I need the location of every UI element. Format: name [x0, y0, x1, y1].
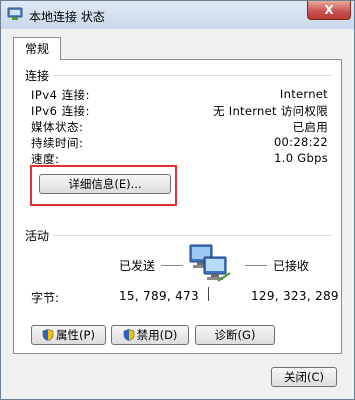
received-dash: [245, 265, 267, 266]
bytes-received-value: 129, 323, 289: [251, 289, 339, 303]
sent-label: 已发送: [119, 259, 156, 273]
received-label: 已接收: [273, 259, 310, 273]
speed-value: 1.0 Gbps: [274, 151, 328, 165]
close-window-button[interactable]: X: [307, 1, 351, 20]
close-icon: X: [324, 3, 334, 17]
media-state-value: 已启用: [292, 120, 328, 134]
diagnose-button[interactable]: 诊断(G): [195, 325, 275, 345]
ipv4-value: Internet: [279, 87, 328, 101]
connection-group-label: 连接: [25, 69, 50, 83]
uac-shield-icon: [42, 329, 54, 341]
network-adapter-icon: [7, 7, 23, 20]
disable-label: 禁用(D): [136, 328, 178, 342]
activity-separator: [53, 235, 331, 236]
duration-value: 00:28:22: [273, 135, 328, 149]
tab-general[interactable]: 常规: [13, 37, 61, 60]
ipv6-value: 无 Internet 访问权限: [213, 104, 328, 118]
network-computers-icon: [189, 244, 231, 282]
disable-button[interactable]: 禁用(D): [111, 325, 189, 345]
uac-shield-icon: [123, 329, 134, 341]
properties-label: 属性(P): [56, 328, 95, 342]
bytes-sent-value: 15, 789, 473: [119, 289, 199, 303]
close-button[interactable]: 关闭(C): [271, 367, 337, 387]
media-state-label: 媒体状态:: [31, 120, 84, 134]
properties-button[interactable]: 属性(P): [31, 325, 106, 345]
duration-label: 持续时间:: [31, 136, 84, 150]
ipv6-label: IPv6 连接:: [31, 104, 90, 118]
ipv4-label: IPv4 连接:: [31, 88, 90, 102]
sent-dash: [161, 265, 183, 266]
status-dialog: 本地连接 状态 X 常规 连接 IPv4 连接: Internet IPv6 连…: [0, 0, 355, 400]
window-title: 本地连接 状态: [29, 10, 105, 24]
speed-label: 速度:: [31, 152, 60, 166]
bytes-label: 字节:: [31, 291, 60, 305]
activity-group-label: 活动: [25, 229, 50, 243]
activity-divider: [208, 287, 209, 301]
title-bar[interactable]: 本地连接 状态 X: [1, 1, 354, 29]
details-button[interactable]: 详细信息(E)...: [39, 174, 171, 194]
connection-separator: [53, 75, 331, 76]
